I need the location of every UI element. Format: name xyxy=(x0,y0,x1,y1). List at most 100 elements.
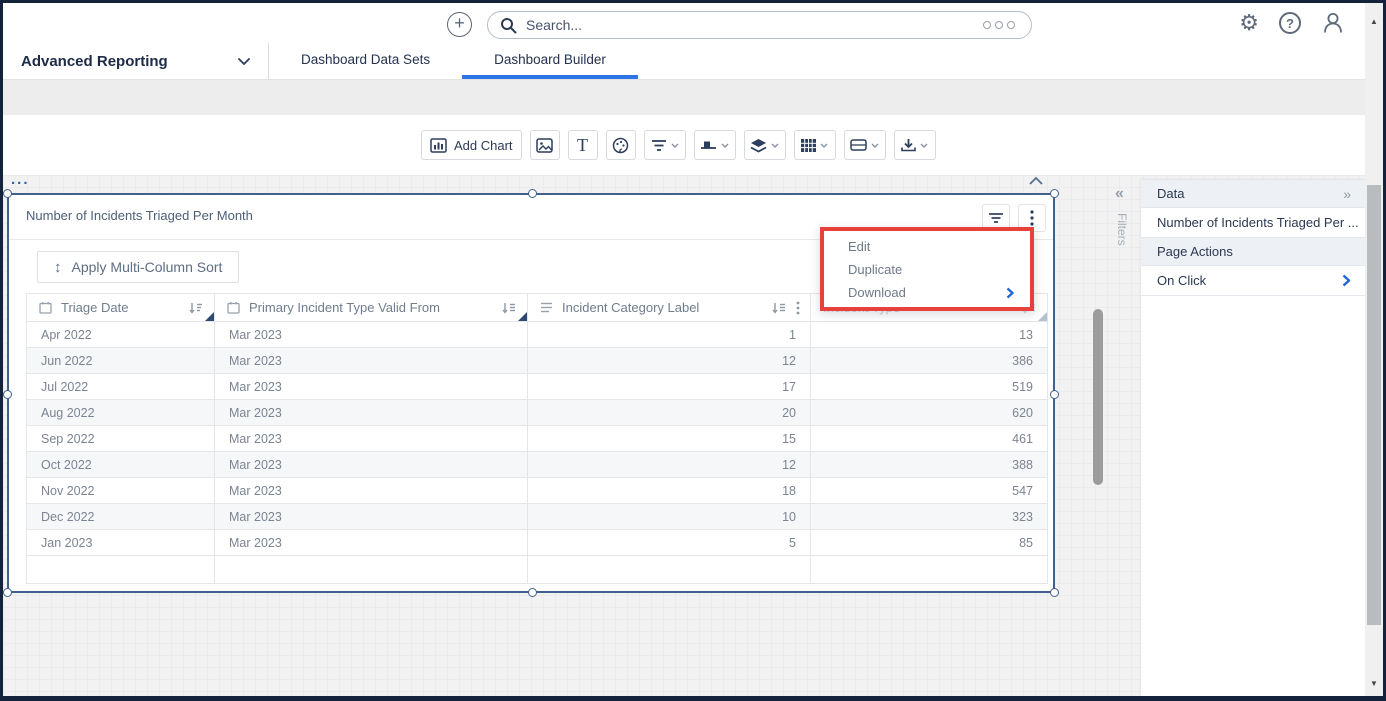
add-text-button[interactable]: T xyxy=(568,130,598,160)
collapse-section-icon[interactable]: » xyxy=(1343,186,1351,202)
bar-chart-icon xyxy=(430,138,447,153)
column-resize-corner[interactable] xyxy=(205,312,214,321)
app-window: + ⚙ ? Advanced Reporting Dashboard Data … xyxy=(0,0,1386,701)
user-icon[interactable] xyxy=(1321,11,1345,35)
chevron-down-icon xyxy=(920,143,928,148)
table-row[interactable]: Aug 2022Mar 202320620 xyxy=(27,400,1048,426)
expand-panel-icon[interactable]: « xyxy=(1109,185,1135,203)
column-header-triage-date[interactable]: Triage Date xyxy=(27,294,215,322)
gear-icon[interactable]: ⚙ xyxy=(1239,11,1259,35)
sidebar-item-dataset[interactable]: Number of Incidents Triaged Per ... xyxy=(1141,208,1365,238)
resize-handle-top-left[interactable] xyxy=(3,189,12,198)
sort-icon xyxy=(189,302,204,314)
tab-bar: Advanced Reporting Dashboard Data Sets D… xyxy=(3,43,1365,80)
search-input[interactable] xyxy=(526,17,983,33)
widget-context-menu: Edit Duplicate Download xyxy=(820,227,1034,311)
resize-handle-bottom-left[interactable] xyxy=(3,588,12,597)
sort-icon xyxy=(772,302,787,314)
layers-menu-button[interactable] xyxy=(744,130,786,160)
chevron-down-icon xyxy=(721,143,729,148)
chevron-down-icon xyxy=(771,143,779,148)
up-down-arrows-icon: ↕ xyxy=(54,259,62,276)
column-resize-corner[interactable] xyxy=(1038,312,1047,321)
chevron-down-icon xyxy=(671,143,679,148)
add-chart-label: Add Chart xyxy=(454,138,513,153)
text-icon: T xyxy=(577,137,588,153)
calendar-icon xyxy=(227,301,240,314)
menu-item-duplicate[interactable]: Duplicate xyxy=(824,258,1030,281)
table-row[interactable]: Dec 2022Mar 202310323 xyxy=(27,504,1048,530)
kebab-icon xyxy=(1030,210,1034,226)
chevron-down-icon xyxy=(820,143,828,148)
chevron-down-icon xyxy=(871,143,879,148)
header-spacer xyxy=(3,80,1365,115)
filter-lines-icon xyxy=(651,139,667,152)
page-scrollbar[interactable]: ▲ ▼ xyxy=(1365,3,1383,696)
layout-menu-button[interactable] xyxy=(844,130,886,160)
submenu-chevron-icon xyxy=(1006,287,1014,299)
builder-toolbar: Add Chart T xyxy=(3,115,1365,175)
layout-icon xyxy=(850,139,867,151)
table-row[interactable]: Jan 2023Mar 2023585 xyxy=(27,530,1048,556)
tab-dashboard-builder[interactable]: Dashboard Builder xyxy=(462,43,638,79)
kebab-icon[interactable] xyxy=(796,301,800,315)
grid-menu-button[interactable] xyxy=(794,130,836,160)
add-image-button[interactable] xyxy=(530,130,560,160)
search-options-icon[interactable] xyxy=(983,21,1015,29)
table-row-empty xyxy=(27,556,1048,584)
sidebar-section-data[interactable]: Data » xyxy=(1141,180,1365,208)
grid-icon xyxy=(801,139,816,152)
sort-icon xyxy=(502,302,517,314)
resize-handle-top-center[interactable] xyxy=(528,189,537,198)
app-menu-dropdown[interactable]: Advanced Reporting xyxy=(3,43,269,79)
table-row[interactable]: Apr 2022Mar 2023113 xyxy=(27,322,1048,348)
data-table: Triage Date Primary Incident Type Valid … xyxy=(26,293,1048,584)
sidebar-section-page-actions[interactable]: Page Actions xyxy=(1141,238,1365,266)
slider-icon xyxy=(700,139,717,152)
canvas-scrollbar-thumb[interactable] xyxy=(1093,309,1103,485)
add-icon[interactable]: + xyxy=(447,12,472,37)
top-bar: + ⚙ ? xyxy=(3,3,1365,43)
menu-item-download[interactable]: Download xyxy=(824,281,1030,304)
collapse-toolbar-icon[interactable] xyxy=(1029,177,1043,185)
calendar-icon xyxy=(39,301,52,314)
resize-handle-top-right[interactable] xyxy=(1050,189,1059,198)
resize-handle-mid-left[interactable] xyxy=(3,390,12,399)
align-menu-button[interactable] xyxy=(694,130,736,160)
menu-item-edit[interactable]: Edit xyxy=(824,235,1030,258)
filter-menu-button[interactable] xyxy=(644,130,686,160)
apply-multi-column-sort-button[interactable]: ↕ Apply Multi-Column Sort xyxy=(37,251,239,283)
table-row[interactable]: Nov 2022Mar 202318547 xyxy=(27,478,1048,504)
search-box[interactable] xyxy=(487,11,1032,39)
download-icon xyxy=(901,138,916,152)
table-row[interactable]: Sep 2022Mar 202315461 xyxy=(27,426,1048,452)
table-row[interactable]: Jul 2022Mar 202317519 xyxy=(27,374,1048,400)
resize-handle-bottom-right[interactable] xyxy=(1050,588,1059,597)
help-icon[interactable]: ? xyxy=(1279,12,1301,34)
theme-palette-button[interactable] xyxy=(606,130,636,160)
search-icon xyxy=(500,17,517,34)
scroll-up-icon[interactable]: ▲ xyxy=(1365,17,1383,26)
scroll-down-icon[interactable]: ▼ xyxy=(1365,679,1383,688)
add-chart-button[interactable]: Add Chart xyxy=(421,130,522,160)
column-header-primary-incident-type-valid-from[interactable]: Primary Incident Type Valid From xyxy=(215,294,528,322)
filter-lines-icon xyxy=(988,212,1004,224)
widget-drag-handle-icon[interactable]: ... xyxy=(11,175,30,185)
download-menu-button[interactable] xyxy=(894,130,936,160)
app-menu-label: Advanced Reporting xyxy=(21,53,168,70)
table-row[interactable]: Jun 2022Mar 202312386 xyxy=(27,348,1048,374)
column-resize-corner[interactable] xyxy=(518,312,527,321)
column-header-incident-category-label[interactable]: Incident Category Label xyxy=(528,294,811,322)
table-row[interactable]: Oct 2022Mar 202312388 xyxy=(27,452,1048,478)
properties-sidebar: Data » Number of Incidents Triaged Per .… xyxy=(1141,179,1365,696)
resize-handle-mid-right[interactable] xyxy=(1050,390,1059,399)
filters-rail: « Filters xyxy=(1109,185,1135,246)
sidebar-item-on-click[interactable]: On Click xyxy=(1141,266,1365,296)
text-lines-icon xyxy=(540,302,553,313)
widget-title: Number of Incidents Triaged Per Month xyxy=(26,208,253,223)
tab-dashboard-data-sets[interactable]: Dashboard Data Sets xyxy=(269,43,462,79)
resize-handle-bottom-center[interactable] xyxy=(528,588,537,597)
filters-tab[interactable]: Filters xyxy=(1109,213,1129,246)
page-scrollbar-thumb[interactable] xyxy=(1367,185,1381,625)
image-icon xyxy=(536,138,553,153)
